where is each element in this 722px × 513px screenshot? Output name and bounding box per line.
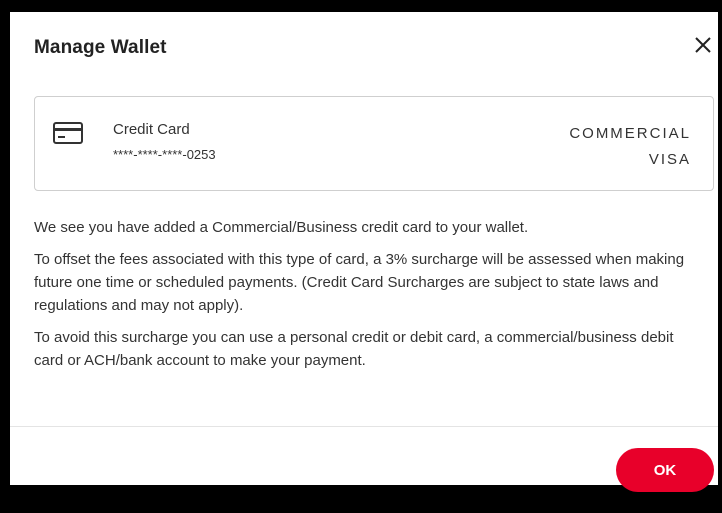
manage-wallet-dialog: Manage Wallet Credit Card ****-****-****… xyxy=(10,12,718,492)
card-brand-category: COMMERCIAL xyxy=(569,125,691,142)
dialog-header: Manage Wallet xyxy=(10,12,718,82)
card-number: ****-****-****-0253 xyxy=(113,147,216,162)
message-body: We see you have added a Commercial/Busin… xyxy=(34,216,704,381)
card-brand-network: VISA xyxy=(648,151,691,168)
message-paragraph: We see you have added a Commercial/Busin… xyxy=(34,219,529,236)
card-brand: COMMERCIAL VISA xyxy=(569,121,691,173)
dialog-title: Manage Wallet xyxy=(34,37,167,58)
ok-button[interactable]: OK xyxy=(616,448,714,492)
credit-card-icon xyxy=(53,121,83,150)
card-summary: Credit Card ****-****-****-0253 COMMERCI… xyxy=(34,96,714,191)
close-icon[interactable] xyxy=(692,34,714,56)
message-paragraph: To offset the fees associated with this … xyxy=(34,251,685,314)
footer-divider xyxy=(10,426,718,427)
window-frame: Manage Wallet Credit Card ****-****-****… xyxy=(0,0,722,513)
message-paragraph: To avoid this surcharge you can use a pe… xyxy=(34,329,674,369)
card-type-label: Credit Card xyxy=(113,121,190,138)
